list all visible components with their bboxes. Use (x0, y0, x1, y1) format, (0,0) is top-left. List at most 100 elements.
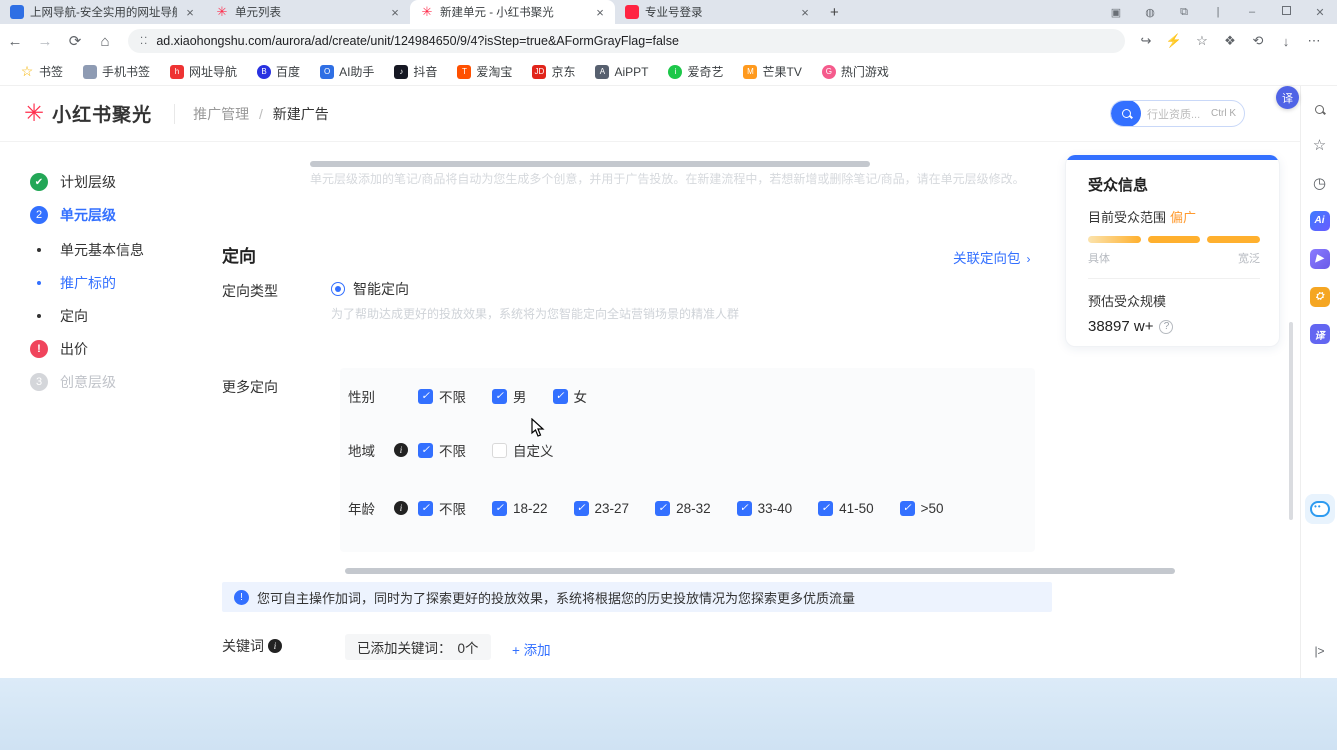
horizontal-scrollbar[interactable] (345, 568, 1175, 574)
page-scrollbar[interactable] (1289, 322, 1293, 520)
age-option-23-27[interactable]: 23-27 (574, 501, 630, 516)
checkbox-checked-icon[interactable] (655, 501, 670, 516)
reload-icon[interactable]: ⟳ (60, 32, 90, 50)
bookmark-douyin[interactable]: ♪抖音 (386, 60, 445, 83)
checkbox-checked-icon[interactable] (418, 443, 433, 458)
bookmark-ai[interactable]: OAI助手 (312, 60, 382, 83)
rail-toolbox-icon[interactable]: ⛭ (1301, 286, 1337, 307)
logo[interactable]: ✳ 小红书聚光 (0, 100, 152, 127)
downloads-icon[interactable]: ↓ (1273, 34, 1299, 49)
rail-search-icon[interactable] (1301, 101, 1337, 118)
age-option-50plus[interactable]: >50 (900, 501, 944, 516)
smart-targeting-radio[interactable]: 智能定向 (331, 279, 409, 299)
new-tab-button[interactable]: + (830, 4, 839, 21)
tab-unit-list[interactable]: ✳ 单元列表 × (205, 0, 410, 24)
bookmark-taobao[interactable]: T爱淘宝 (449, 60, 520, 83)
rail-translate-icon[interactable]: 译 (1301, 324, 1337, 344)
rail-favorites-icon[interactable]: ☆ (1301, 136, 1337, 154)
option-label: 18-22 (513, 501, 548, 516)
bookmark-aippt[interactable]: AAiPPT (587, 62, 656, 82)
address-bar[interactable]: ⁚⁚ ad.xiaohongshu.com/aurora/ad/create/u… (128, 29, 1125, 53)
rail-chat-icon[interactable] (1305, 494, 1335, 524)
tab-new-unit-active[interactable]: ✳ 新建单元 - 小红书聚光 × (410, 0, 615, 24)
tab-close-icon[interactable]: × (798, 5, 812, 20)
bookmark-shuqian[interactable]: ☆书签 (12, 60, 71, 83)
checkbox-checked-icon[interactable] (418, 389, 433, 404)
rail-ai-icon[interactable]: Ai (1301, 210, 1337, 231)
checkbox-checked-icon[interactable] (492, 389, 507, 404)
breadcrumb-current: 新建广告 (273, 106, 329, 122)
bookmark-nav[interactable]: h网址导航 (162, 60, 245, 83)
checkbox-checked-icon[interactable] (900, 501, 915, 516)
floating-translate-icon[interactable]: 译 (1276, 86, 1299, 109)
age-option-28-32[interactable]: 28-32 (655, 501, 711, 516)
tab-close-icon[interactable]: × (183, 5, 197, 20)
region-option-any[interactable]: 不限 (418, 440, 466, 460)
bookmark-iqiyi[interactable]: i爱奇艺 (660, 60, 731, 83)
url-text[interactable]: ad.xiaohongshu.com/aurora/ad/create/unit… (156, 34, 679, 48)
checkbox-checked-icon[interactable] (574, 501, 589, 516)
breadcrumb-section[interactable]: 推广管理 (193, 106, 249, 122)
step-targeting[interactable]: 定向 (30, 306, 88, 326)
rail-history-icon[interactable]: ◷ (1301, 174, 1337, 192)
step-promotion-target[interactable]: 推广标的 (30, 273, 116, 293)
gender-option-female[interactable]: 女 (553, 386, 588, 406)
step-unit-level[interactable]: 2 单元层级 (30, 205, 116, 225)
close-window-button[interactable]: ✕ (1303, 6, 1337, 19)
step-unit-basic-info[interactable]: 单元基本信息 (30, 240, 144, 260)
bookmark-mango[interactable]: M芒果TV (735, 60, 809, 83)
targeting-package-link[interactable]: 关联定向包› (953, 247, 1031, 267)
tab-pro-login[interactable]: 专业号登录 × (615, 0, 820, 24)
tab-close-icon[interactable]: × (593, 5, 607, 20)
checkbox-unchecked-icon[interactable] (492, 443, 507, 458)
back-icon[interactable]: ← (0, 33, 30, 50)
more-menu-icon[interactable]: ⋯ (1301, 33, 1327, 49)
checkbox-checked-icon[interactable] (818, 501, 833, 516)
age-option-33-40[interactable]: 33-40 (737, 501, 793, 516)
step-plan-level[interactable]: ✔ 计划层级 (30, 172, 116, 192)
workspace-icon[interactable]: ⧉ (1167, 6, 1201, 19)
maximize-button[interactable] (1269, 6, 1303, 18)
horizontal-scrollbar[interactable] (310, 161, 870, 167)
question-icon[interactable]: ? (1159, 320, 1173, 334)
header-search[interactable]: 行业资质... Ctrl K (1110, 100, 1245, 127)
info-icon[interactable]: i (394, 501, 408, 515)
reader-mode-icon[interactable]: ▣ (1099, 6, 1133, 19)
search-button[interactable] (1111, 100, 1141, 127)
site-info-icon[interactable]: ⁚⁚ (140, 36, 148, 47)
checkbox-checked-icon[interactable] (737, 501, 752, 516)
bookmark-mobile[interactable]: 手机书签 (75, 60, 158, 83)
checkbox-checked-icon[interactable] (553, 389, 568, 404)
tab-nav-site[interactable]: 上网导航-安全实用的网址导航 × (0, 0, 205, 24)
rail-expand-icon[interactable]: |> (1301, 644, 1337, 658)
checkbox-checked-icon[interactable] (492, 501, 507, 516)
add-keyword-button[interactable]: + 添加 (512, 639, 551, 659)
gender-option-any[interactable]: 不限 (418, 386, 466, 406)
home-icon[interactable]: ⌂ (90, 33, 120, 50)
forward-icon[interactable]: → (30, 33, 60, 50)
lightning-icon[interactable]: ⚡ (1161, 33, 1187, 49)
info-icon[interactable]: i (268, 639, 282, 653)
check-icon: ✔ (30, 173, 48, 191)
minimize-button[interactable]: – (1235, 6, 1269, 18)
browser-profile-icon[interactable]: ◍ (1133, 6, 1167, 19)
checkbox-checked-icon[interactable] (418, 501, 433, 516)
step-bidding[interactable]: ! 出价 (30, 339, 88, 359)
rail-games-icon[interactable]: ▶ (1301, 248, 1337, 269)
step-creative-level[interactable]: 3 创意层级 (30, 372, 116, 392)
info-icon[interactable]: i (394, 443, 408, 457)
age-option-41-50[interactable]: 41-50 (818, 501, 874, 516)
bookmark-baidu[interactable]: B百度 (249, 60, 308, 83)
bookmark-star-icon[interactable]: ☆ (1189, 33, 1215, 49)
age-option-any[interactable]: 不限 (418, 498, 466, 518)
history-icon[interactable]: ⟲ (1245, 33, 1271, 49)
bookmark-games[interactable]: G热门游戏 (814, 60, 897, 83)
option-label: 23-27 (595, 501, 630, 516)
region-option-custom[interactable]: 自定义 (492, 440, 554, 460)
bookmark-jd[interactable]: JD京东 (524, 60, 583, 83)
gender-option-male[interactable]: 男 (492, 386, 527, 406)
extensions-icon[interactable]: ❖ (1217, 33, 1243, 49)
share-icon[interactable]: ↪ (1133, 33, 1159, 49)
tab-close-icon[interactable]: × (388, 5, 402, 20)
age-option-18-22[interactable]: 18-22 (492, 501, 548, 516)
